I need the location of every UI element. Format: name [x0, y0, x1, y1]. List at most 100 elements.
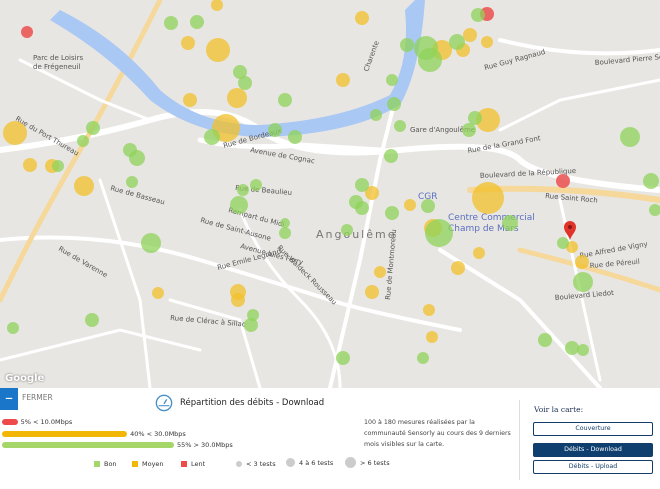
small-circle-icon — [236, 461, 242, 467]
measurement-circle-bon[interactable] — [164, 16, 178, 30]
measurement-circle-bon[interactable] — [384, 149, 398, 163]
voir-title: Voir la carte: — [534, 405, 584, 414]
measurement-circle-bon[interactable] — [77, 135, 89, 147]
distribution-bar — [2, 442, 174, 448]
measurement-circle-bon[interactable] — [238, 76, 252, 90]
measurement-circle-bon[interactable] — [462, 123, 476, 137]
distribution-label: 5% < 10.0Mbps — [20, 418, 73, 426]
close-button[interactable]: – — [0, 388, 18, 410]
measurement-circle-bon[interactable] — [649, 204, 660, 216]
measurement-circle-bon[interactable] — [417, 352, 429, 364]
measurement-circle-bon[interactable] — [387, 97, 401, 111]
measurement-circle-bon[interactable] — [471, 8, 485, 22]
measurement-circle-moyen[interactable] — [365, 285, 379, 299]
map-label: Angoulême — [316, 228, 397, 241]
map-label: Charente — [362, 40, 381, 73]
measurement-circle-bon[interactable] — [250, 179, 262, 191]
distribution-bar — [2, 431, 128, 437]
measurement-circle-bon[interactable] — [247, 309, 259, 321]
map-canvas[interactable]: AngoulêmeCGRCentre CommercialChamp de Ma… — [0, 0, 660, 388]
measurement-circle-moyen[interactable] — [473, 247, 485, 259]
measurement-circle-bon[interactable] — [349, 195, 363, 209]
measurement-circle-bon[interactable] — [538, 333, 552, 347]
speedometer-icon — [155, 394, 173, 412]
location-marker-icon[interactable] — [564, 221, 576, 240]
map-label: Parc de Loisirs — [33, 54, 83, 62]
measurement-circle-bon[interactable] — [278, 93, 292, 107]
measurement-circle-moyen[interactable] — [206, 38, 230, 62]
measurement-circle-bon[interactable] — [386, 74, 398, 86]
measurement-circle-bon[interactable] — [449, 34, 465, 50]
medium-circle-icon — [286, 458, 295, 467]
measurement-circle-bon[interactable] — [190, 15, 204, 29]
panel-title: Répartition des débits - Download — [180, 398, 325, 408]
measurement-circle-moyen[interactable] — [374, 266, 386, 278]
measurement-circle-moyen[interactable] — [3, 121, 27, 145]
measurement-circle-moyen[interactable] — [183, 93, 197, 107]
measurement-circle-bon[interactable] — [557, 237, 569, 249]
map-label: Rue de Péreuil — [589, 258, 640, 270]
measurement-circle-bon[interactable] — [643, 173, 659, 189]
measurement-circle-bon[interactable] — [52, 160, 64, 172]
measurement-circle-bon[interactable] — [336, 351, 350, 365]
measurement-circle-bon[interactable] — [385, 206, 399, 220]
measurement-circle-moyen[interactable] — [481, 36, 493, 48]
measurement-circle-bon[interactable] — [573, 272, 593, 292]
measurement-circle-lent[interactable] — [556, 174, 570, 188]
measurement-circle-bon[interactable] — [230, 196, 248, 214]
measurement-circle-bon[interactable] — [565, 341, 579, 355]
measurement-circle-bon[interactable] — [355, 178, 369, 192]
measurement-circle-bon[interactable] — [85, 313, 99, 327]
measurement-circle-bon[interactable] — [468, 111, 482, 125]
measurement-circle-moyen[interactable] — [152, 287, 164, 299]
measurement-circle-bon[interactable] — [502, 215, 518, 231]
measurement-circle-bon[interactable] — [421, 199, 435, 213]
measurement-circle-moyen[interactable] — [472, 182, 504, 214]
measurement-circle-moyen[interactable] — [23, 158, 37, 172]
distribution-label: 55% > 30.0Mbps — [177, 441, 233, 449]
map[interactable]: Angoulême CGR Centre Commercial Champ de Ma… — [0, 0, 660, 388]
map-label: Rue Waldeck Rousseau — [276, 244, 339, 307]
measurement-circle-moyen[interactable] — [231, 293, 245, 307]
measurement-circle-bon[interactable] — [7, 322, 19, 334]
measurement-circle-bon[interactable] — [418, 48, 442, 72]
measurement-circle-moyen[interactable] — [336, 73, 350, 87]
measurement-circle-bon[interactable] — [279, 227, 291, 239]
measurement-circle-bon[interactable] — [400, 38, 414, 52]
measurement-circle-bon[interactable] — [86, 121, 100, 135]
measurement-circle-bon[interactable] — [204, 129, 220, 145]
measurement-circle-bon[interactable] — [237, 184, 249, 196]
measurement-circle-moyen[interactable] — [181, 36, 195, 50]
measurement-circle-bon[interactable] — [268, 123, 282, 137]
green-square-icon — [94, 461, 100, 467]
measurement-circle-moyen[interactable] — [74, 176, 94, 196]
google-logo: Google — [5, 373, 45, 384]
measurement-circle-bon[interactable] — [280, 218, 290, 228]
measurement-circle-moyen[interactable] — [463, 28, 477, 42]
measurement-circle-moyen[interactable] — [404, 199, 416, 211]
measurement-circle-moyen[interactable] — [451, 261, 465, 275]
measurement-circle-bon[interactable] — [394, 120, 406, 132]
measurement-circle-bon[interactable] — [141, 233, 161, 253]
info-panel: – FERMER Répartition des débits - Downlo… — [0, 388, 660, 489]
yellow-square-icon — [132, 461, 138, 467]
measurement-circle-moyen[interactable] — [211, 0, 223, 11]
measurement-circle-moyen[interactable] — [423, 304, 435, 316]
measurement-circle-moyen[interactable] — [227, 88, 247, 108]
measurement-circle-bon[interactable] — [129, 150, 145, 166]
measurement-circle-bon[interactable] — [425, 219, 453, 247]
debits-download-button[interactable]: Débits - Download — [533, 443, 653, 457]
measurement-circle-bon[interactable] — [620, 127, 640, 147]
measurement-circle-bon[interactable] — [577, 344, 589, 356]
measurement-circle-bon[interactable] — [288, 130, 302, 144]
measurement-circle-moyen[interactable] — [575, 255, 589, 269]
close-label[interactable]: FERMER — [22, 393, 53, 402]
measurement-circle-moyen[interactable] — [355, 11, 369, 25]
measurement-circle-bon[interactable] — [341, 224, 353, 236]
couverture-button[interactable]: Couverture — [533, 422, 653, 436]
measurement-circle-bon[interactable] — [126, 176, 138, 188]
measurement-circle-moyen[interactable] — [426, 331, 438, 343]
measurement-circle-bon[interactable] — [370, 109, 382, 121]
measurement-circle-lent[interactable] — [21, 26, 33, 38]
debits-upload-button[interactable]: Débits - Upload — [533, 460, 653, 474]
